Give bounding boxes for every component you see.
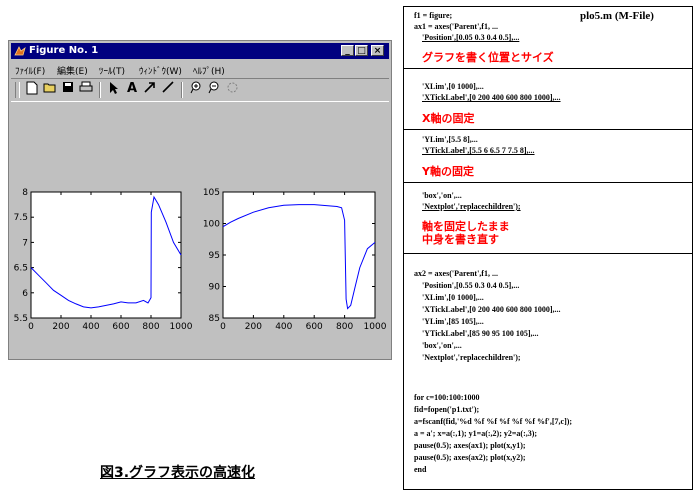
y-tick-label: 7	[22, 238, 28, 248]
code-line: pause(0.5); axes(ax1); plot(x,y1);	[414, 441, 526, 450]
y-tick-label: 90	[209, 283, 221, 293]
axes-left[interactable]: 0 200 400 600 800 1000 5.5 6 6.5 7 7.5 8	[14, 188, 193, 332]
divider	[404, 182, 692, 183]
code-panel: plo5.m (M-File) f1 = figure; ax1 = axes(…	[403, 6, 693, 490]
toolbar-grip[interactable]	[15, 82, 20, 98]
menu-help[interactable]: ﾍﾙﾌﾟ(H)	[193, 64, 225, 77]
axes-box	[30, 191, 182, 319]
y-tick-label: 85	[209, 314, 220, 324]
x-tick-label: 400	[275, 322, 292, 332]
code-line: 'Position',[0.05 0.3 0.4 0.5],...	[422, 33, 520, 42]
code-line: 'YTickLabel',[85 90 95 100 105],...	[422, 329, 539, 338]
menu-bar: ﾌｧｲﾙ(F) 編集(E) ﾂｰﾙ(T) ｳｨﾝﾄﾞｳ(W) ﾍﾙﾌﾟ(H)	[11, 61, 389, 77]
code-line: a=fscanf(fid,'%d %f %f %f %f %f %f',[7,c…	[414, 417, 573, 426]
x-tick-label: 0	[220, 322, 226, 332]
code-line: 'YLim',[5.5 8],...	[422, 135, 478, 144]
zoom-out-icon[interactable]	[205, 81, 223, 99]
toolbar-separator	[99, 82, 101, 98]
x-tick-label: 0	[28, 322, 34, 332]
note-x-axis: X軸の固定	[422, 112, 475, 125]
y-tick-label: 95	[209, 251, 220, 261]
y-tick-label: 7.5	[14, 213, 28, 223]
close-button[interactable]: ×	[371, 45, 384, 56]
code-line: 'YTickLabel',[5.5 6 6.5 7 7.5 8],...	[422, 146, 535, 155]
open-folder-icon[interactable]	[41, 81, 59, 99]
window-title: Figure No. 1	[29, 45, 99, 56]
code-line: 'box','on',...	[422, 341, 462, 350]
menu-file[interactable]: ﾌｧｲﾙ(F)	[15, 64, 45, 77]
menu-tools[interactable]: ﾂｰﾙ(T)	[99, 64, 125, 77]
code-line: 'XLim',[0 1000],...	[422, 82, 484, 91]
y-tick-label: 8	[22, 188, 28, 198]
note-redraw-contents: 中身を書き直す	[422, 233, 499, 246]
plot-area: 0 200 400 600 800 1000 5.5 6 6.5 7 7.5 8 0 200 400 600…	[14, 188, 387, 332]
code-line: fid=fopen('p1.txt');	[414, 405, 480, 414]
rotate-icon[interactable]	[223, 81, 241, 99]
code-line: 'XTickLabel',[0 200 400 600 800 1000],..…	[422, 305, 561, 314]
code-line: 'XLim',[0 1000],...	[422, 293, 484, 302]
x-tick-label: 800	[142, 322, 159, 332]
figure-caption: 図3.グラフ表示の高速化	[100, 465, 256, 481]
code-line: 'Nextplot','replacechildren');	[422, 353, 521, 362]
x-tick-label: 600	[112, 322, 129, 332]
menu-edit[interactable]: 編集(E)	[57, 64, 88, 77]
x-tick-label: 800	[336, 322, 353, 332]
x-tick-label: 600	[306, 322, 323, 332]
code-line: 'box','on',...	[422, 191, 462, 200]
save-icon[interactable]	[59, 81, 77, 99]
code-line: 'Nextplot','replacechildren');	[422, 202, 521, 211]
toolbar: A	[11, 78, 389, 102]
y-tick-label: 5.5	[14, 314, 28, 324]
figure-window: Figure No. 1 _ □ × ﾌｧｲﾙ(F) 編集(E) ﾂｰﾙ(T) …	[8, 40, 392, 360]
print-icon[interactable]	[77, 81, 95, 99]
y-tick-label: 6.5	[14, 264, 28, 274]
minimize-button[interactable]: _	[341, 45, 354, 56]
x-tick-label: 200	[52, 322, 69, 332]
file-label: plo5.m (M-File)	[580, 10, 654, 22]
code-line: for c=100:100:1000	[414, 393, 480, 402]
title-bar[interactable]: Figure No. 1 _ □ ×	[11, 43, 389, 59]
y-tick-label: 6	[22, 289, 28, 299]
code-line: pause(0.5); axes(ax2); plot(x,y2);	[414, 453, 526, 462]
code-line: f1 = figure;	[414, 11, 453, 20]
code-line: a = a'; x=a(:,1); y1=a(:,2); y2=a(:,3);	[414, 429, 538, 438]
toolbar-separator	[181, 82, 183, 98]
maximize-button[interactable]: □	[355, 45, 368, 56]
code-line: 'XTickLabel',[0 200 400 600 800 1000],..…	[422, 93, 561, 102]
matlab-logo-icon	[14, 46, 26, 56]
x-tick-label: 1000	[364, 322, 387, 332]
arrow-icon[interactable]	[141, 81, 159, 99]
new-file-icon[interactable]	[23, 81, 41, 99]
line-icon[interactable]	[159, 81, 177, 99]
code-line: ax2 = axes('Parent',f1, ...	[414, 269, 498, 278]
note-y-axis: Y軸の固定	[422, 165, 474, 178]
code-line: end	[414, 465, 427, 474]
note-position-size: グラフを書く位置とサイズ	[422, 51, 554, 64]
code-line: ax1 = axes('Parent',f1, ...	[414, 22, 498, 31]
x-tick-label: 400	[82, 322, 99, 332]
menu-window[interactable]: ｳｨﾝﾄﾞｳ(W)	[139, 64, 182, 77]
divider	[404, 253, 692, 254]
arrow-select-icon[interactable]	[105, 81, 123, 99]
y-tick-label: 100	[203, 220, 220, 230]
x-tick-label: 200	[245, 322, 262, 332]
code-line: 'YLim',[85 105],...	[422, 317, 484, 326]
text-icon[interactable]: A	[123, 81, 141, 99]
y-tick-label: 105	[203, 188, 220, 198]
divider	[404, 68, 692, 69]
zoom-in-icon[interactable]	[187, 81, 205, 99]
x-tick-label: 1000	[170, 322, 193, 332]
code-line: 'Position',[0.55 0.3 0.4 0.5],...	[422, 281, 520, 290]
divider	[404, 129, 692, 130]
axes-right[interactable]: 0 200 400 600 800 1000 85 90 95 100 105	[203, 188, 387, 332]
